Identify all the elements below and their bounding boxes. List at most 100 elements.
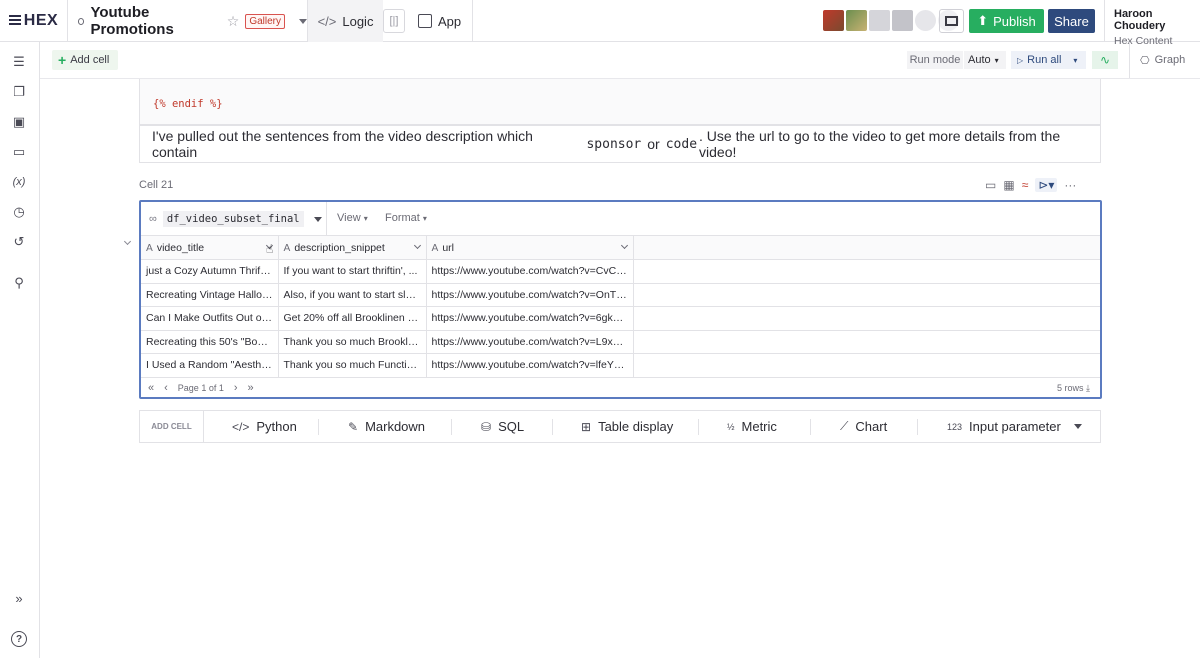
publish-button[interactable]: ⬆ Publish [969, 9, 1044, 33]
share-button[interactable]: Share [1048, 9, 1095, 33]
table-cell[interactable]: Recreating Vintage Hallow... [141, 283, 279, 307]
markdown-inline-code: sponsor [586, 136, 642, 152]
table-cell[interactable]: https://www.youtube.com/watch?v=CvCe... [426, 259, 634, 284]
table-row[interactable]: Recreating this 50's "Book... Thank you … [141, 330, 1100, 354]
mouse-cursor-icon: ☝ [266, 242, 274, 256]
column-header-url[interactable]: Aurl [426, 236, 634, 260]
add-cell-button[interactable]: + Add cell [52, 50, 118, 70]
table-cell[interactable]: https://www.youtube.com/watch?v=L9xm... [426, 330, 634, 354]
cell-actions: ▭ ▦ ≈ ⊳▾ ··· [985, 176, 1076, 194]
format-menu[interactable]: Format ▾ [385, 212, 427, 224]
avatar[interactable] [869, 10, 890, 31]
column-header-video-title[interactable]: Avideo_title [141, 236, 279, 260]
chevron-down-icon[interactable] [413, 241, 421, 250]
comment-icon[interactable]: ▭ [985, 178, 996, 192]
table-row[interactable]: Can I Make Outfits Out of ... Get 20% of… [141, 306, 1100, 331]
table-cell[interactable]: https://www.youtube.com/watch?v=lfeYM... [426, 353, 634, 378]
graph-toggle[interactable]: ⎔ Graph [1129, 42, 1200, 78]
run-cell-button[interactable]: ⊳▾ [1035, 178, 1058, 192]
add-metric-cell-button[interactable]: ½ Metric [727, 411, 777, 442]
files-folder-icon[interactable]: ▭ [11, 144, 27, 160]
project-menu-chevron-icon[interactable] [299, 18, 307, 24]
present-button[interactable] [939, 9, 964, 33]
table-cell[interactable]: Thank you so much Brooklin... [278, 330, 427, 354]
avatar[interactable] [823, 10, 844, 31]
download-icon[interactable]: ⤓ [1086, 383, 1090, 393]
add-sql-cell-button[interactable]: ⛁ SQL [481, 411, 524, 442]
menu-icon[interactable]: ☰ [11, 54, 27, 70]
first-page-icon[interactable]: « [148, 382, 154, 394]
table-cell[interactable]: I Used a Random "Aesthet... [141, 353, 279, 378]
chevron-down-icon[interactable]: ▾ [1073, 56, 1077, 65]
table-row[interactable]: Recreating Vintage Hallow... Also, if yo… [141, 283, 1100, 307]
markdown-inline-code: code [665, 136, 698, 152]
search-icon[interactable]: ⚲ [11, 275, 27, 291]
add-cell-label: Add cell [70, 54, 110, 66]
kernel-status-icon[interactable]: ∿ [1092, 51, 1118, 69]
help-icon[interactable]: ? [11, 631, 27, 647]
table-cell[interactable]: Can I Make Outfits Out of ... [141, 306, 279, 331]
table-cell[interactable]: https://www.youtube.com/watch?v=OnTvj... [426, 283, 634, 307]
next-page-icon[interactable]: › [234, 382, 238, 394]
chevron-down-icon[interactable] [620, 241, 628, 250]
run-all-button[interactable]: ▷ Run all ▾ [1011, 51, 1086, 69]
app-layout-icon[interactable]: ▦ [1003, 178, 1014, 192]
last-page-icon[interactable]: » [248, 382, 254, 394]
python-label: Python [256, 419, 297, 434]
table-cell[interactable]: just a Cozy Autumn Thrift ... [141, 259, 279, 284]
sql-label: SQL [498, 419, 525, 434]
dataframe-select[interactable]: ∞ df_video_subset_final [149, 210, 322, 228]
markdown-text: I've pulled out the sentences from the v… [152, 128, 533, 160]
publish-label: Publish [993, 13, 1036, 29]
view-menu[interactable]: View ▾ [337, 212, 368, 224]
table-row[interactable]: I Used a Random "Aesthet... Thank you so… [141, 353, 1100, 378]
logic-tab[interactable]: </> Logic [308, 0, 383, 42]
code-text: {% endif %} [153, 98, 223, 110]
table-row[interactable]: just a Cozy Autumn Thrift ... If you wan… [141, 259, 1100, 284]
star-icon[interactable]: ☆ [227, 13, 240, 30]
outline-icon[interactable]: ❐ [11, 84, 27, 100]
empty-header [633, 236, 1100, 260]
play-icon: ▷ [1017, 55, 1024, 65]
scheduled-runs-icon[interactable]: ◷ [11, 204, 27, 220]
add-table-display-cell-button[interactable]: ⊞ Table display [581, 411, 673, 442]
table-cell[interactable]: Also, if you want to start sleu... [278, 283, 427, 307]
table-cell[interactable]: Thank you so much Function... [278, 353, 427, 378]
user-menu[interactable]: Haroon Choudery Hex Content [1104, 0, 1200, 47]
app-layout-icon [418, 14, 432, 28]
add-markdown-cell-button[interactable]: ✎ Markdown [348, 411, 425, 442]
split-view-toggle[interactable]: [|] [383, 9, 405, 33]
markdown-cell[interactable]: I've pulled out the sentences from the v… [139, 125, 1101, 163]
avatar[interactable] [846, 10, 867, 31]
user-name: Haroon Choudery [1114, 8, 1166, 32]
table-cell[interactable]: Get 20% off all Brooklinen pr... [278, 306, 427, 331]
previous-page-icon[interactable]: ‹ [164, 382, 168, 394]
project-title[interactable]: Youtube Promotions [90, 4, 220, 38]
app-tab[interactable]: App [413, 0, 473, 42]
hex-logo[interactable]: HEX [0, 0, 68, 42]
history-icon[interactable]: ↺ [11, 234, 27, 250]
table-cell[interactable]: https://www.youtube.com/watch?v=6gkW... [426, 306, 634, 331]
column-header-description-snippet[interactable]: Adescription_snippet [278, 236, 427, 260]
data-sources-icon[interactable]: ▣ [11, 114, 27, 130]
expand-sidebar-icon[interactable]: » [11, 590, 27, 606]
run-mode-select[interactable]: Auto ▾ [964, 51, 1006, 69]
add-python-cell-button[interactable]: </> Python [232, 411, 297, 442]
add-chart-cell-button[interactable]: ⟋ Chart [840, 411, 887, 442]
collapse-chevron-icon[interactable] [123, 237, 132, 246]
logo-bars-icon [8, 15, 21, 27]
chevron-down-icon[interactable] [1073, 424, 1082, 429]
avatar[interactable] [892, 10, 913, 31]
table-cell[interactable]: Recreating this 50's "Book... [141, 330, 279, 354]
chart-label: Chart [855, 419, 888, 434]
code-cell[interactable]: {% endif %} [139, 79, 1101, 125]
dependency-icon[interactable]: ≈ [1022, 178, 1029, 192]
avatar[interactable] [915, 10, 936, 31]
more-options-icon[interactable]: ··· [1064, 178, 1076, 192]
app-tab-label: App [438, 13, 462, 29]
page-indicator: Page 1 of 1 [177, 383, 224, 393]
table-display-cell[interactable]: ∞ df_video_subset_final View ▾ Format ▾ … [139, 200, 1102, 399]
add-input-parameter-cell-button[interactable]: 123 Input parameter [947, 411, 1082, 442]
variables-icon[interactable]: (x) [11, 174, 27, 190]
table-cell[interactable]: If you want to start thriftin', ... [278, 259, 427, 284]
